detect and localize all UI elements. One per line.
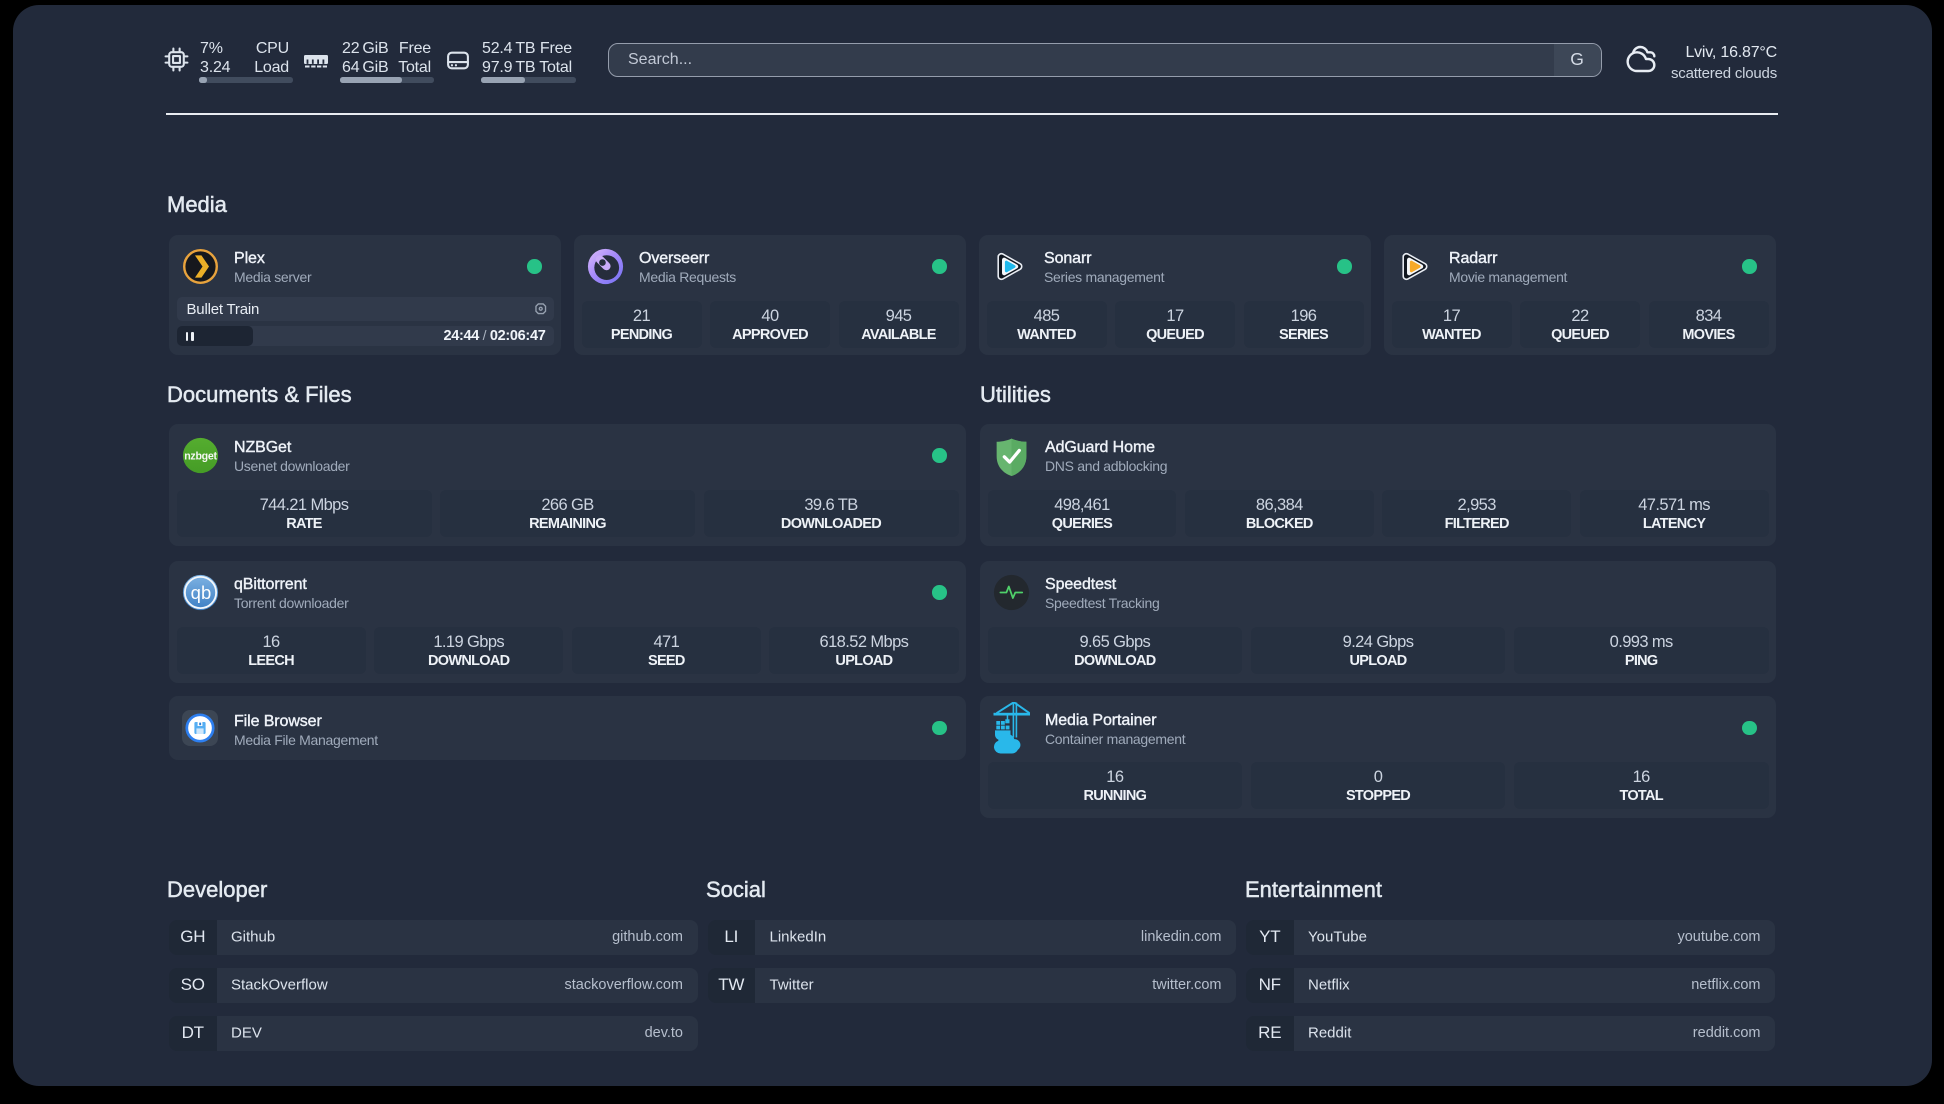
svg-text:nzbget: nzbget	[184, 450, 217, 462]
svg-text:qb: qb	[191, 581, 212, 602]
